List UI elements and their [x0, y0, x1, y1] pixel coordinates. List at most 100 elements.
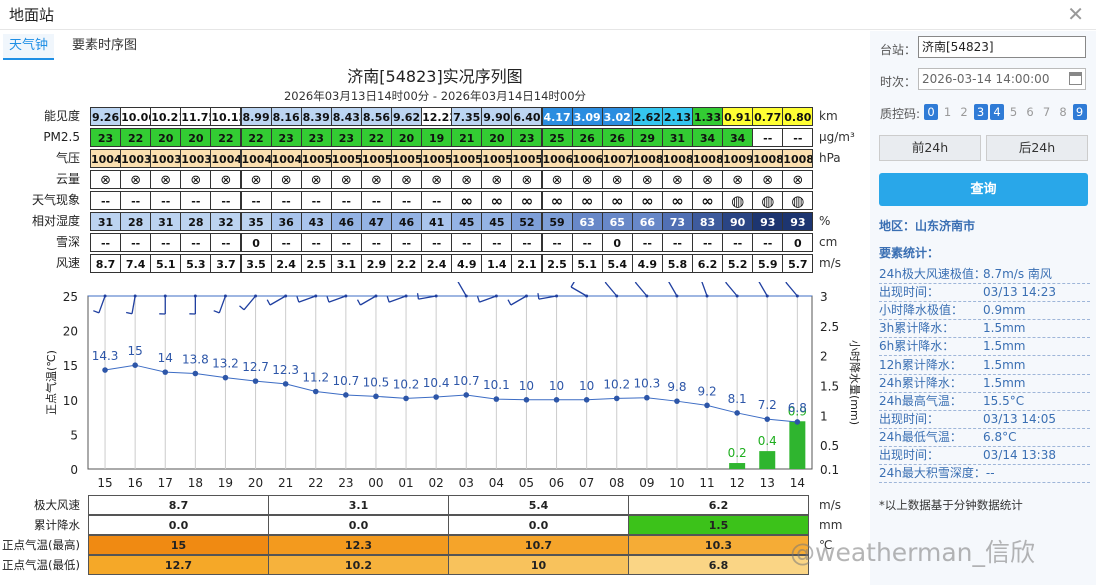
station-input[interactable]: 济南[54823]	[918, 36, 1086, 58]
wind-barb-feather	[507, 299, 512, 306]
table-cell: --	[180, 233, 212, 252]
stat-row: 小时降水极值： 0.9mm	[879, 302, 1090, 321]
stat-key: 24h最大积雪深度：--	[879, 466, 995, 481]
row-unit: m/s	[819, 256, 841, 270]
summary-cell: 0.0	[448, 515, 629, 535]
table-cell: 10.21	[150, 107, 182, 126]
table-cell: 2.9	[360, 254, 392, 273]
table-cell: --	[421, 233, 453, 252]
temperature-label: 13.8	[182, 353, 209, 367]
stat-row: 24h最高气温： 15.5°C	[879, 393, 1090, 411]
table-cell: 7.35	[451, 107, 483, 126]
table-cell: 2.4	[421, 254, 453, 273]
precip-bar	[729, 463, 746, 469]
table-cell: 45	[451, 212, 483, 231]
qc-code-9[interactable]: 9	[1072, 104, 1087, 120]
close-icon[interactable]: ✕	[1067, 2, 1084, 26]
stat-row: 6h累计降水： 1.5mm	[879, 338, 1090, 357]
qc-code-5[interactable]: 5	[1007, 104, 1021, 120]
table-cell: 32	[210, 212, 242, 231]
qc-code-3[interactable]: 3	[973, 104, 988, 120]
station-label: 台站：	[880, 43, 917, 57]
wind-barb	[510, 295, 527, 306]
temperature-line	[104, 364, 798, 423]
table-cell: 1008	[752, 149, 784, 168]
table-cell: 1008	[631, 149, 663, 168]
table-cell: --	[300, 191, 332, 210]
table-cell: 63	[571, 212, 603, 231]
x-tick-label: 22	[308, 476, 323, 490]
temperature-label: 10.4	[423, 376, 450, 390]
wind-barb	[328, 295, 347, 303]
table-cell: 3.5	[240, 254, 272, 273]
table-cell: 12.23	[421, 107, 453, 126]
table-cell: 23	[330, 128, 362, 147]
table-cell: 20	[180, 128, 212, 147]
qc-code-7[interactable]: 7	[1040, 104, 1054, 120]
temperature-point	[674, 398, 680, 404]
qc-code-0[interactable]: 0	[924, 104, 938, 120]
next-24h-button[interactable]: 后24h	[986, 135, 1088, 161]
qc-code-2[interactable]: 2	[957, 104, 971, 120]
temperature-point	[583, 397, 590, 403]
table-cell: ⊗	[601, 170, 633, 189]
table-cell: --	[120, 233, 152, 252]
x-tick-label: 10	[669, 476, 684, 490]
table-cell: --	[180, 191, 212, 210]
tab-weather-clock[interactable]: 天气钟	[3, 34, 55, 60]
table-cell: 5.1	[150, 254, 182, 273]
temperature-point	[312, 388, 319, 395]
temperature-label: 10.2	[603, 377, 630, 391]
y2-tick-label: 0.5	[820, 439, 839, 453]
table-cell: 23	[270, 128, 302, 147]
row-label: 相对湿度	[31, 214, 80, 228]
temperature-point	[343, 392, 349, 398]
precip-label: 0.4	[758, 434, 777, 448]
table-cell: 7.4	[120, 254, 152, 273]
calendar-icon[interactable]	[1069, 72, 1082, 85]
wind-barb	[388, 295, 407, 303]
y-tick-label: 10	[63, 394, 78, 408]
stat-value: 6.8°C	[983, 429, 1017, 444]
table-cell: 3.02	[601, 107, 633, 126]
qc-code-4[interactable]: 4	[990, 104, 1004, 120]
table-cell: 34	[692, 128, 724, 147]
wind-barb-feather	[326, 296, 330, 303]
temperature-point	[613, 395, 620, 402]
qc-code-8[interactable]: 8	[1056, 104, 1070, 120]
wind-barb-base	[314, 294, 318, 298]
table-cell: 8.39	[300, 107, 332, 126]
table-cell: 22	[210, 128, 242, 147]
tab-element-timeseries[interactable]: 要素时序图	[66, 34, 143, 60]
summary-cell: 12.7	[88, 555, 269, 575]
table-cell: 36	[270, 212, 302, 231]
table-cell: 93	[782, 212, 814, 231]
prev-24h-button[interactable]: 前24h	[879, 135, 981, 161]
table-cell: 1005	[481, 149, 513, 168]
table-cell: 1003	[120, 149, 152, 168]
table-cell: 0	[240, 233, 272, 252]
table-cell: ∞	[661, 191, 693, 210]
table-cell: --	[150, 191, 182, 210]
query-button[interactable]: 查询	[879, 173, 1088, 206]
table-cell: 1005	[421, 149, 453, 168]
table-cell: ⊗	[150, 170, 182, 189]
wind-barb-base	[464, 294, 468, 298]
temperature-point	[282, 381, 289, 387]
table-cell: ⊗	[541, 170, 573, 189]
stat-row: 出现时间： 03/13 14:05	[879, 411, 1090, 429]
table-cell: ⊗	[752, 170, 784, 189]
table-cell: 5.8	[661, 254, 693, 273]
temperature-point	[373, 393, 379, 400]
table-cell: 1005	[300, 149, 332, 168]
qc-code-1[interactable]: 1	[941, 104, 955, 120]
stats-note: *以上数据基于分钟数据统计	[879, 498, 1023, 512]
table-cell: 28	[180, 212, 212, 231]
qc-code-6[interactable]: 6	[1023, 104, 1037, 120]
y-tick-label: 20	[63, 325, 78, 339]
summary-row-label: 正点气温(最低)	[2, 558, 80, 572]
table-cell: --	[360, 191, 392, 210]
time-input[interactable]: 2026-03-14 14:00:00	[918, 68, 1086, 90]
table-cell: 1008	[782, 149, 814, 168]
table-cell: ∞	[541, 191, 573, 210]
